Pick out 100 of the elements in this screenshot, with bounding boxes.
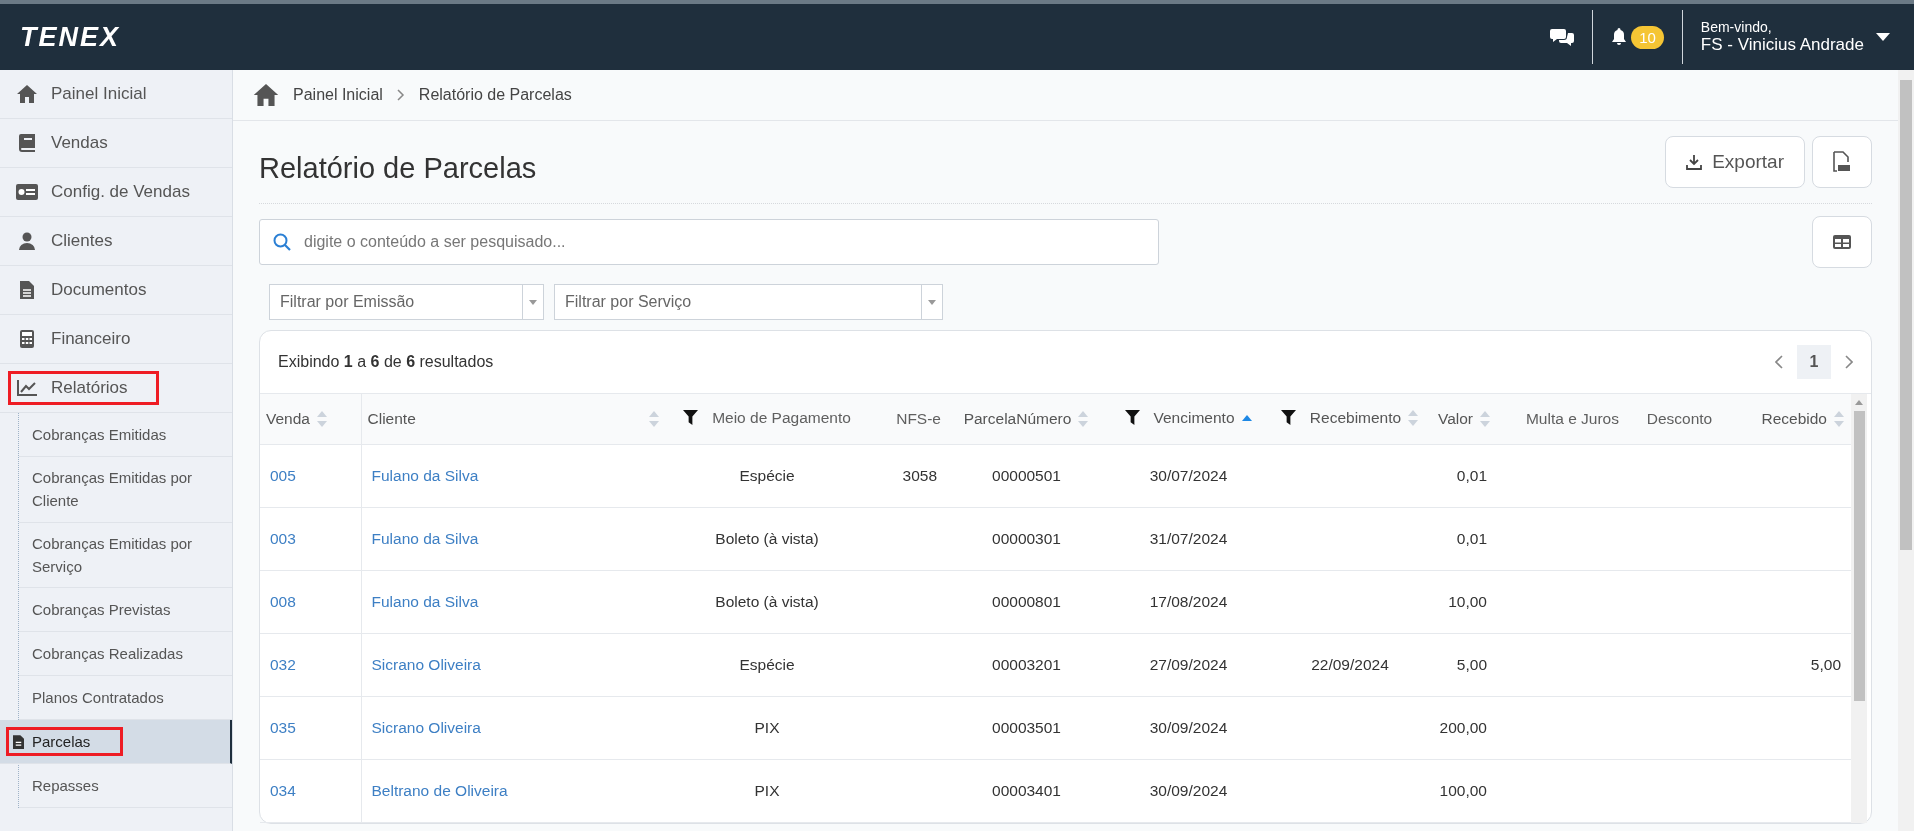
breadcrumb-item[interactable]: Painel Inicial — [293, 86, 383, 104]
chevron-left-icon[interactable] — [1775, 355, 1783, 369]
user-name[interactable]: FS - Vinicius Andrade — [1700, 35, 1864, 55]
sidebar-subitem[interactable]: Repasses — [19, 764, 232, 808]
table-cell: PIX — [754, 719, 780, 736]
column-header[interactable]: Vencimento — [1106, 394, 1271, 445]
column-header[interactable]: NFS-e — [868, 394, 947, 445]
table-icon — [1833, 235, 1851, 249]
table-link[interactable]: Fulano da Silva — [371, 593, 479, 610]
greeting-text: Bem-vindo, — [1700, 19, 1773, 35]
sidebar-subitem[interactable]: Cobranças Emitidas — [19, 413, 232, 457]
results-summary: Exibindo 1 a 6 de 6 resultados — [278, 353, 494, 371]
column-header[interactable]: ParcelaNúmero — [947, 394, 1106, 445]
filter-dropdown[interactable]: Filtrar por Serviço — [554, 284, 943, 320]
column-header[interactable]: Venda — [260, 394, 361, 445]
table-cell: 00003201 — [992, 656, 1061, 673]
caret-icon[interactable] — [1876, 33, 1890, 41]
sidebar-item[interactable]: Painel Inicial — [0, 70, 232, 119]
chevron-right-icon[interactable] — [1845, 355, 1853, 369]
table-cell: 0,01 — [1456, 530, 1487, 547]
column-header[interactable]: Valor — [1429, 394, 1497, 445]
scrollbar[interactable] — [1851, 394, 1867, 823]
download-icon — [1686, 154, 1703, 170]
sidebar-subitem[interactable]: Cobranças Realizadas — [19, 632, 232, 676]
table-link[interactable]: 035 — [270, 719, 296, 736]
table-cell: 00000801 — [992, 593, 1061, 610]
export-button[interactable]: Exportar — [1665, 136, 1805, 188]
table-cell: 0,01 — [1456, 467, 1487, 484]
filter-icon[interactable] — [1124, 410, 1140, 426]
column-header[interactable]: Recebimento — [1271, 394, 1429, 445]
search-field[interactable]: digite o conteúdo a ser pesquisado... — [259, 219, 1159, 265]
pdf-button[interactable] — [1812, 136, 1872, 188]
table-link[interactable]: 003 — [270, 530, 296, 547]
sidebar-item[interactable]: Documentos — [0, 266, 232, 315]
money-card-icon — [15, 184, 39, 200]
sidebar-subitem[interactable]: Parcelas — [0, 720, 232, 764]
table-layout-button[interactable] — [1812, 216, 1872, 268]
page-scrollbar[interactable] — [1898, 70, 1914, 831]
caret-icon — [529, 299, 537, 305]
table-cell: 200,00 — [1439, 719, 1487, 736]
table-cell: 3058 — [902, 467, 937, 484]
bell-icon[interactable] — [1611, 28, 1628, 46]
table-cell: Espécie — [739, 656, 795, 673]
column-header[interactable]: Cliente — [361, 394, 666, 445]
sort-ascending-icon[interactable] — [1240, 414, 1253, 422]
document-icon — [13, 734, 24, 749]
chat-icon[interactable] — [1550, 27, 1575, 47]
table-link[interactable]: 034 — [270, 782, 296, 799]
table-link[interactable]: Fulano da Silva — [371, 467, 479, 484]
table-cell: PIX — [754, 782, 780, 799]
chevron-right-icon — [396, 89, 405, 101]
sidebar-item[interactable]: Vendas — [0, 119, 232, 168]
sidebar-subitem[interactable]: Cobranças Previstas — [19, 588, 232, 632]
column-header[interactable]: Meio de Pagamento — [666, 394, 868, 445]
page-title: Relatório de Parcelas — [259, 151, 537, 185]
filter-icon[interactable] — [1280, 410, 1296, 426]
table-cell: 00000301 — [992, 530, 1061, 547]
table-cell: 22/09/2024 — [1311, 656, 1389, 673]
sidebar-item[interactable]: Config. de Vendas — [0, 168, 232, 217]
table-link[interactable]: Sicrano Oliveira — [371, 719, 481, 736]
sidebar-item[interactable]: Relatórios — [0, 364, 232, 413]
logo[interactable]: TENEX — [20, 21, 121, 53]
column-header[interactable]: Desconto — [1625, 394, 1734, 445]
column-header[interactable]: Recebido — [1734, 394, 1851, 445]
table-cell: 27/09/2024 — [1149, 656, 1228, 673]
table-link[interactable]: 005 — [270, 467, 296, 484]
table-cell: Boleto (à vista) — [715, 593, 819, 610]
sidebar-item[interactable]: Clientes — [0, 217, 232, 266]
scroll-up-arrow-icon[interactable] — [1855, 400, 1863, 405]
table-cell: Espécie — [739, 467, 795, 484]
table-link[interactable]: Beltrano de Oliveira — [371, 782, 508, 799]
table-link[interactable]: 008 — [270, 593, 296, 610]
table-cell: 17/08/2024 — [1149, 593, 1228, 610]
sidebar-subitem[interactable]: Cobranças Emitidas por Cliente — [19, 457, 232, 523]
caret-icon — [928, 299, 936, 305]
page-number[interactable]: 1 — [1797, 345, 1831, 379]
table-link[interactable]: Fulano da Silva — [371, 530, 479, 547]
table-cell: 31/07/2024 — [1149, 530, 1228, 547]
table-cell: 30/07/2024 — [1149, 467, 1228, 484]
column-header[interactable]: Multa e Juros — [1497, 394, 1625, 445]
table-cell: 5,00 — [1810, 656, 1841, 673]
table-cell: 00000501 — [992, 467, 1061, 484]
sidebar-subitem[interactable]: Cobranças Emitidas por Serviço — [19, 522, 232, 588]
line-chart-icon — [15, 380, 39, 396]
filter-icon[interactable] — [683, 410, 699, 426]
breadcrumb-item: Relatório de Parcelas — [418, 86, 572, 104]
home-icon[interactable] — [253, 84, 279, 106]
table-cell: Boleto (à vista) — [715, 530, 819, 547]
table-cell: 100,00 — [1439, 782, 1487, 799]
search-icon — [273, 233, 291, 251]
table-link[interactable]: Sicrano Oliveira — [371, 656, 481, 673]
sidebar-item[interactable]: Financeiro — [0, 315, 232, 364]
filter-dropdown[interactable]: Filtrar por Emissão — [269, 284, 544, 320]
home-icon — [15, 85, 39, 103]
table-cell: 00003401 — [992, 782, 1061, 799]
notification-badge: 10 — [1631, 25, 1664, 49]
table-cell: 30/09/2024 — [1149, 782, 1228, 799]
table-link[interactable]: 032 — [270, 656, 296, 673]
table-cell: 10,00 — [1448, 593, 1487, 610]
pdf-file-icon — [1833, 151, 1851, 173]
